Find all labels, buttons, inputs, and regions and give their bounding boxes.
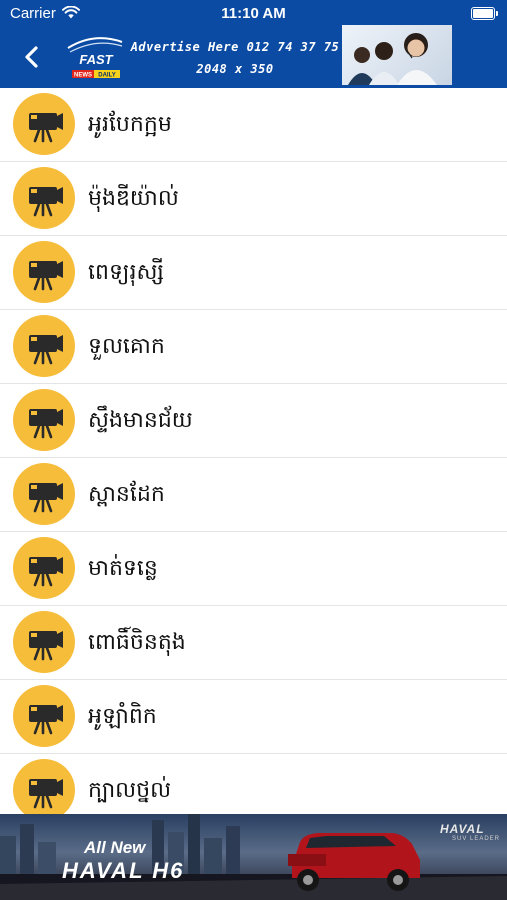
video-camera-icon — [13, 537, 75, 599]
video-camera-badge — [13, 611, 75, 673]
list-item[interactable]: ស្ទឹងមានជ័យ — [0, 384, 507, 458]
video-camera-badge — [13, 241, 75, 303]
list-item-label: ម៉ុងឌីយ៉ាល់ — [88, 186, 179, 211]
list-item[interactable]: អូរបែកក្អម — [0, 88, 507, 162]
video-camera-badge — [13, 537, 75, 599]
list-item-label: ស្ទឹងមានជ័យ — [88, 408, 193, 433]
list-item[interactable]: អូឡាំពិក — [0, 680, 507, 754]
video-camera-icon — [13, 759, 75, 821]
list-item-label: ទួលគោក — [88, 334, 165, 359]
video-camera-icon — [13, 93, 75, 155]
video-camera-badge — [13, 759, 75, 821]
video-camera-icon — [13, 685, 75, 747]
list-item[interactable]: ទួលគោក — [0, 310, 507, 384]
banner-brand-sub: SUV LEADER — [452, 836, 501, 842]
video-camera-badge — [13, 315, 75, 377]
video-camera-badge — [13, 167, 75, 229]
list-item-label: អូឡាំពិក — [88, 704, 157, 729]
video-camera-icon — [13, 167, 75, 229]
video-camera-badge — [13, 463, 75, 525]
list-item[interactable]: មាត់ទន្លេ — [0, 532, 507, 606]
video-camera-badge — [13, 93, 75, 155]
logo-tagline-daily: DAILY — [98, 73, 115, 79]
banner-brand: HAVAL — [440, 822, 485, 836]
video-camera-icon — [13, 241, 75, 303]
city-skyline-image — [0, 814, 507, 900]
status-time: 11:10 AM — [221, 5, 286, 22]
list-item[interactable]: ពោធិ៍ចិនតុង — [0, 606, 507, 680]
banner-line-1: All New — [84, 838, 146, 857]
location-list: អូរបែកក្អមម៉ុងឌីយ៉ាល់ពេទ្យរុស្សីទួលគោកស្… — [0, 88, 507, 827]
list-item-label: ស្ពានដែក — [88, 482, 165, 507]
haval-ad-banner[interactable]: All New HAVAL H6 HAVAL SUV LEADER — [0, 814, 507, 900]
list-item-label: ពោធិ៍ចិនតុង — [88, 630, 186, 655]
list-item[interactable]: ម៉ុងឌីយ៉ាល់ — [0, 162, 507, 236]
video-camera-icon — [13, 315, 75, 377]
header-ad[interactable]: Advertise Here 012 74 37 75 2048 x 350 — [130, 36, 340, 80]
battery-icon — [471, 7, 498, 20]
list-item[interactable]: ពេទ្យរុស្សី — [0, 236, 507, 310]
logo-tagline-news: NEWS — [74, 73, 92, 79]
video-camera-icon — [13, 463, 75, 525]
navigation-bar: FAST NEWS DAILY Advertise Here 012 74 37… — [0, 25, 507, 88]
list-item-label: ពេទ្យរុស្សី — [88, 260, 164, 285]
video-camera-badge — [13, 389, 75, 451]
list-item[interactable]: ស្ពានដែក — [0, 458, 507, 532]
fast-news-logo: FAST NEWS DAILY — [66, 34, 124, 82]
ad-line-1: Advertise Here 012 74 37 75 — [130, 40, 340, 54]
video-camera-badge — [13, 685, 75, 747]
logo-brand-text: FAST — [79, 52, 113, 67]
list-item-label: មាត់ទន្លេ — [88, 556, 158, 581]
banner-line-2: HAVAL H6 — [62, 858, 185, 883]
video-camera-icon — [13, 611, 75, 673]
back-button[interactable] — [18, 42, 48, 72]
video-camera-icon — [13, 389, 75, 451]
list-item-label: អូរបែកក្អម — [88, 112, 172, 137]
ad-operators-image[interactable] — [342, 25, 452, 85]
status-bar: Carrier 11:10 AM — [0, 0, 507, 28]
chevron-left-icon — [25, 46, 38, 68]
ad-line-2: 2048 x 350 — [196, 62, 274, 76]
